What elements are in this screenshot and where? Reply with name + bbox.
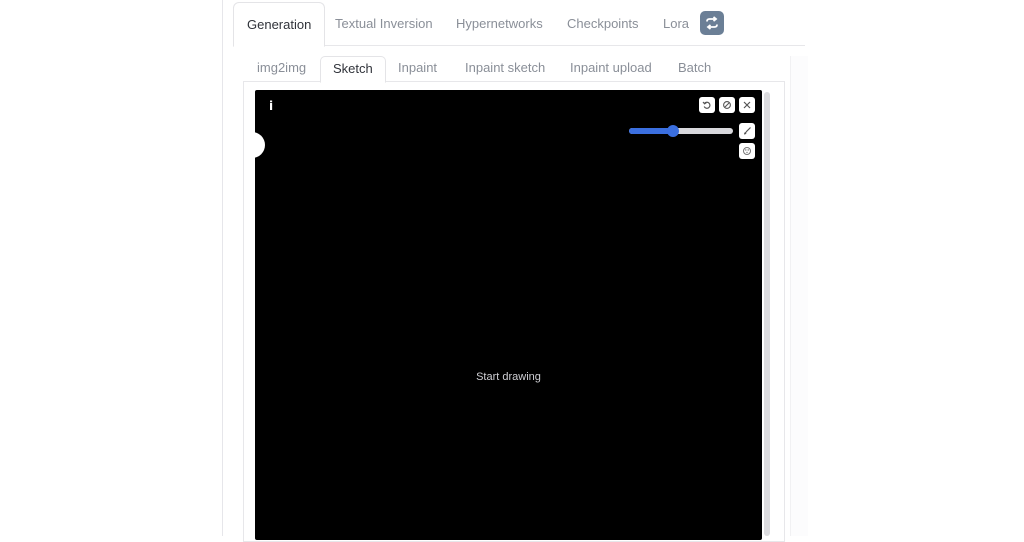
tab-sketch[interactable]: Sketch xyxy=(320,56,386,83)
refresh-icon xyxy=(706,16,718,30)
tab-inpaint[interactable]: Inpaint xyxy=(398,56,437,82)
canvas-side-handle[interactable] xyxy=(251,132,265,158)
sub-tab-bar: img2img Sketch Inpaint Inpaint sketch In… xyxy=(243,56,785,83)
info-label[interactable]: i xyxy=(269,99,273,113)
tab-textual-inversion[interactable]: Textual Inversion xyxy=(335,2,433,46)
refresh-button[interactable] xyxy=(700,11,724,35)
tab-img2img[interactable]: img2img xyxy=(257,56,306,82)
clear-icon xyxy=(723,101,731,109)
tab-batch[interactable]: Batch xyxy=(678,56,711,82)
color-button[interactable] xyxy=(739,143,755,159)
clear-button[interactable] xyxy=(719,97,735,113)
right-panel-edge xyxy=(790,56,808,536)
close-button[interactable] xyxy=(739,97,755,113)
color-palette-icon xyxy=(743,147,751,155)
tab-inpaint-sketch[interactable]: Inpaint sketch xyxy=(465,56,545,82)
brush-button[interactable] xyxy=(739,123,755,139)
canvas-placeholder: Start drawing xyxy=(476,371,541,383)
undo-button[interactable] xyxy=(699,97,715,113)
tab-generation[interactable]: Generation xyxy=(233,2,326,47)
tab-checkpoints[interactable]: Checkpoints xyxy=(567,2,639,46)
undo-icon xyxy=(702,101,711,109)
close-icon xyxy=(743,101,751,109)
canvas-scrollbar[interactable] xyxy=(764,92,770,536)
tab-lora[interactable]: Lora xyxy=(663,2,689,46)
brush-icon xyxy=(744,127,751,135)
sketch-canvas[interactable]: i Start drawing xyxy=(251,90,762,540)
main-panel: Generation Textual Inversion Hypernetwor… xyxy=(222,0,812,542)
tab-hypernetworks[interactable]: Hypernetworks xyxy=(456,2,543,46)
brush-size-slider[interactable] xyxy=(629,125,733,137)
brush-size-handle[interactable] xyxy=(666,125,679,137)
tab-inpaint-upload[interactable]: Inpaint upload xyxy=(570,56,652,82)
top-tab-bar: Generation Textual Inversion Hypernetwor… xyxy=(233,2,805,47)
